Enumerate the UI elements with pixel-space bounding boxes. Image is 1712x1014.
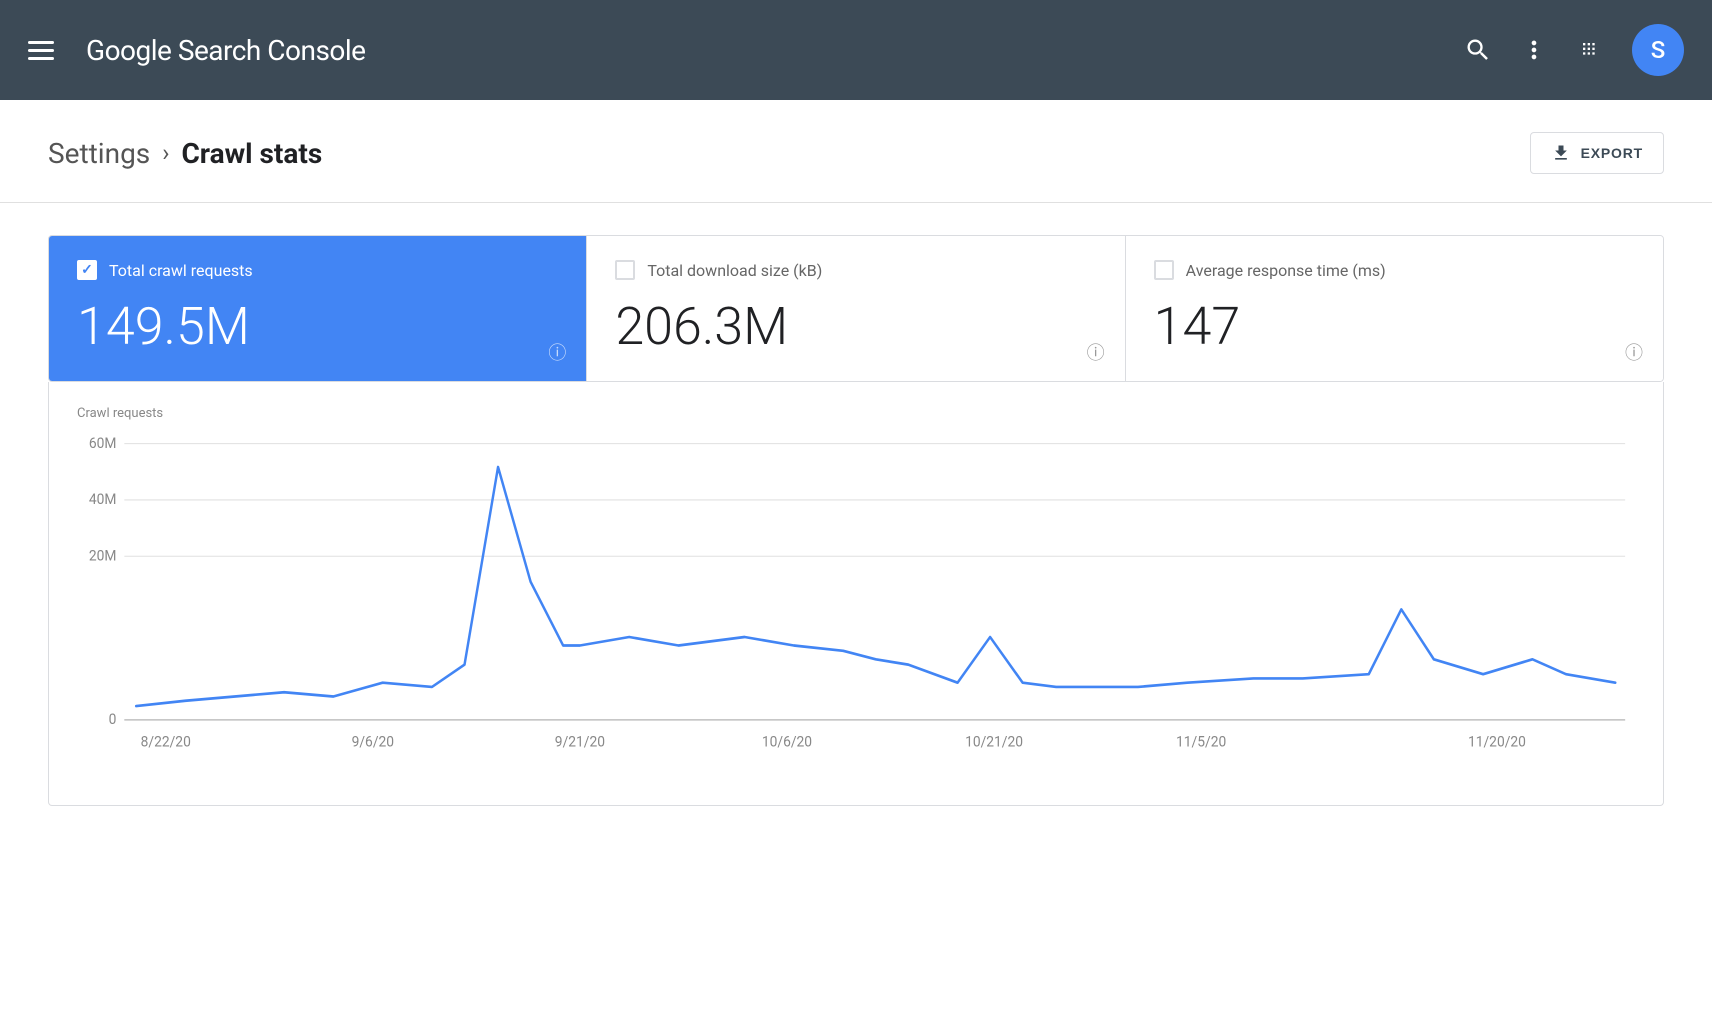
search-button[interactable] [1464, 36, 1492, 64]
breadcrumb-settings-link[interactable]: Settings [48, 137, 150, 170]
svg-text:20M: 20M [89, 547, 117, 565]
export-label: EXPORT [1581, 145, 1643, 161]
stat-value: 206.3M [615, 296, 1096, 357]
svg-text:10/21/20: 10/21/20 [965, 733, 1023, 751]
svg-text:0: 0 [109, 711, 117, 729]
header-left: Google Search Console [28, 34, 366, 67]
help-icon[interactable]: ⓘ [548, 339, 566, 365]
page-content: Settings › Crawl stats EXPORT ✓ Total cr… [0, 100, 1712, 1014]
stat-card-download-size[interactable]: Total download size (kB) 206.3M ⓘ [587, 236, 1125, 381]
breadcrumb-separator: › [162, 139, 169, 167]
chart-area: 60M 40M 20M 0 8/22/20 9/6/20 9/21/20 10/… [77, 433, 1635, 773]
stat-checkbox[interactable] [615, 260, 635, 280]
breadcrumb: Settings › Crawl stats [48, 137, 322, 170]
svg-text:10/6/20: 10/6/20 [762, 733, 812, 751]
app-title: Google Search Console [86, 34, 366, 67]
stat-label: Average response time (ms) [1186, 261, 1386, 280]
user-avatar[interactable]: S [1632, 24, 1684, 76]
product-name: Search Console [171, 34, 365, 67]
apps-button[interactable] [1576, 36, 1604, 64]
svg-text:9/21/20: 9/21/20 [555, 733, 605, 751]
crawl-chart: 60M 40M 20M 0 8/22/20 9/6/20 9/21/20 10/… [77, 433, 1635, 773]
stat-card-header: ✓ Total crawl requests [77, 260, 558, 280]
chart-y-label: Crawl requests [77, 406, 1635, 421]
svg-text:60M: 60M [89, 434, 117, 452]
more-options-button[interactable] [1520, 36, 1548, 64]
page-title: Crawl stats [181, 137, 322, 170]
stat-card-crawl-requests[interactable]: ✓ Total crawl requests 149.5M ⓘ [49, 236, 587, 381]
stat-value: 149.5M [77, 296, 558, 357]
svg-text:9/6/20: 9/6/20 [352, 733, 394, 751]
export-button[interactable]: EXPORT [1530, 132, 1664, 174]
breadcrumb-bar: Settings › Crawl stats EXPORT [0, 100, 1712, 203]
stat-checkbox[interactable] [1154, 260, 1174, 280]
stat-label: Total download size (kB) [647, 261, 822, 280]
stat-checkbox[interactable]: ✓ [77, 260, 97, 280]
stat-card-header: Total download size (kB) [615, 260, 1096, 280]
chart-container: Crawl requests 60M 40M 20M 0 8/2 [48, 382, 1664, 806]
checkbox-check: ✓ [81, 262, 93, 278]
google-wordmark: Google [86, 34, 171, 67]
main-area: ✓ Total crawl requests 149.5M ⓘ Total do… [0, 203, 1712, 838]
stat-card-header: Average response time (ms) [1154, 260, 1635, 280]
help-icon[interactable]: ⓘ [1087, 339, 1105, 365]
hamburger-menu-button[interactable] [28, 41, 54, 60]
svg-text:40M: 40M [89, 491, 117, 509]
stat-cards-container: ✓ Total crawl requests 149.5M ⓘ Total do… [48, 235, 1664, 382]
stat-card-response-time[interactable]: Average response time (ms) 147 ⓘ [1126, 236, 1663, 381]
stat-value: 147 [1154, 296, 1635, 357]
app-header: Google Search Console S [0, 0, 1712, 100]
svg-text:11/5/20: 11/5/20 [1176, 733, 1226, 751]
svg-text:8/22/20: 8/22/20 [141, 733, 191, 751]
header-right: S [1464, 24, 1684, 76]
svg-text:11/20/20: 11/20/20 [1468, 733, 1526, 751]
stat-label: Total crawl requests [109, 261, 253, 280]
help-icon[interactable]: ⓘ [1625, 339, 1643, 365]
